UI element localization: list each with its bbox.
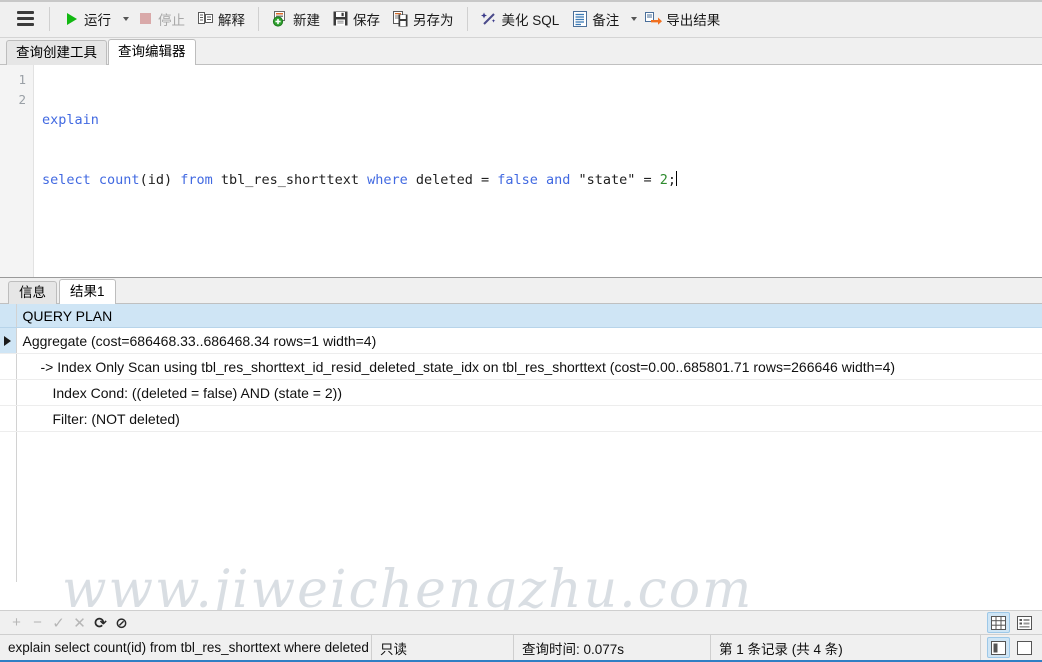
tab-info-label: 信息 [19, 285, 46, 300]
line-number-gutter: 1 2 [0, 65, 34, 277]
save-as-button[interactable]: 另存为 [386, 4, 460, 34]
filler-gutter [0, 431, 17, 582]
tab-info[interactable]: 信息 [8, 281, 57, 304]
result-grid-container[interactable]: QUERY PLAN Aggregate (cost=686468.33..68… [0, 304, 1042, 610]
minus-icon[interactable]: − [27, 614, 48, 632]
save-icon [332, 10, 349, 27]
status-bar: explain select count(id) from tbl_res_sh… [0, 634, 1042, 662]
note-dropdown-chevron-down-icon[interactable] [631, 16, 638, 21]
beautify-sql-button-label: 美化 SQL [501, 12, 560, 28]
note-icon [571, 10, 588, 27]
new-query-icon [272, 10, 289, 27]
status-sql-text: explain select count(id) from tbl_res_sh… [0, 635, 372, 660]
stop-button-label: 停止 [158, 12, 185, 28]
form-view-icon [1017, 615, 1032, 630]
status-view-toggle-group [981, 635, 1042, 660]
table-row[interactable]: Filter: (NOT deleted) [0, 405, 1042, 432]
table-row[interactable]: Index Cond: ((deleted = false) AND (stat… [0, 379, 1042, 406]
sql-code-area[interactable]: explain select count(id) from tbl_res_sh… [34, 65, 1042, 277]
grid-view-icon [991, 615, 1006, 630]
toolbar-divider-1 [49, 6, 50, 31]
status-readonly-badge: 只读 [372, 635, 514, 660]
result-panel: 信息 结果1 www.jiweichengzhu.com QUERY PLAN [0, 278, 1042, 662]
tab-result1-label: 结果1 [70, 284, 105, 299]
table-row[interactable]: Aggregate (cost=686468.33..686468.34 row… [0, 327, 1042, 354]
split-view-icon [991, 640, 1006, 655]
save-button[interactable]: 保存 [326, 4, 386, 34]
refresh-icon[interactable]: ⟳ [90, 614, 111, 632]
tab-query-editor-label: 查询编辑器 [118, 44, 186, 59]
result-grid: QUERY PLAN Aggregate (cost=686468.33..68… [0, 304, 1042, 582]
code-line-1: explain [42, 112, 99, 128]
note-button-label: 备注 [592, 12, 620, 28]
export-icon [645, 10, 663, 27]
record-nav-bar: + − ✓ ✕ ⟳ ⊘ [0, 610, 1042, 634]
new-query-button-label: 新建 [293, 12, 320, 28]
row-indicator-cell [0, 327, 17, 354]
sql-editor[interactable]: 1 2 explain select count(id) from tbl_re… [0, 65, 1042, 278]
cross-icon[interactable]: ✕ [69, 614, 90, 632]
tab-query-builder[interactable]: 查询创建工具 [6, 40, 107, 65]
run-button[interactable]: 运行 [57, 4, 117, 34]
export-result-button-label: 导出结果 [666, 12, 721, 28]
result-tab-strip: 信息 结果1 [0, 278, 1042, 304]
cell-query-plan[interactable]: Filter: (NOT deleted) [16, 405, 1042, 432]
single-view-button[interactable] [1013, 637, 1036, 658]
tab-query-editor[interactable]: 查询编辑器 [108, 39, 196, 65]
status-record-info: 第 1 条记录 (共 4 条) [711, 635, 981, 660]
check-icon[interactable]: ✓ [48, 614, 69, 632]
new-query-button[interactable]: 新建 [266, 4, 326, 34]
filler-cell [16, 432, 1042, 583]
status-query-time: 查询时间: 0.077s [514, 635, 711, 660]
row-indicator-cell [0, 379, 17, 406]
hamburger-menu-icon[interactable] [8, 4, 42, 34]
grid-header-row: QUERY PLAN [0, 304, 1042, 328]
no-entry-icon[interactable]: ⊘ [111, 614, 132, 632]
tab-result1[interactable]: 结果1 [59, 279, 116, 304]
toolbar-divider-2 [258, 6, 259, 31]
current-row-arrow-icon [4, 335, 12, 346]
form-view-button[interactable] [1013, 612, 1036, 633]
explain-icon [197, 10, 214, 27]
save-button-label: 保存 [353, 12, 380, 28]
cell-query-plan[interactable]: -> Index Only Scan using tbl_res_shortte… [16, 353, 1042, 380]
explain-button-label: 解释 [218, 12, 245, 28]
view-toggle-group [987, 612, 1036, 633]
cell-query-plan[interactable]: Aggregate (cost=686468.33..686468.34 row… [16, 327, 1042, 354]
line-number: 1 [18, 72, 26, 87]
play-icon [63, 10, 80, 27]
table-row[interactable]: -> Index Only Scan using tbl_res_shortte… [0, 353, 1042, 380]
single-view-icon [1017, 640, 1032, 655]
note-button[interactable]: 备注 [565, 4, 625, 34]
split-view-button[interactable] [987, 637, 1010, 658]
grid-empty-filler [0, 431, 1042, 583]
stop-icon [137, 10, 154, 27]
row-indicator-cell [0, 405, 17, 432]
tab-query-builder-label: 查询创建工具 [16, 45, 97, 60]
column-header-query-plan[interactable]: QUERY PLAN [16, 304, 1042, 328]
run-button-label: 运行 [84, 12, 111, 28]
export-result-button[interactable]: 导出结果 [639, 4, 726, 34]
editor-tab-strip: 查询创建工具 查询编辑器 [0, 38, 1042, 65]
main-toolbar: 运行 停止 解释 新建 保存 另存为 美化 SQL 备注 导出结果 [0, 0, 1042, 38]
code-line-2: select count(id) from tbl_res_shorttext … [42, 171, 678, 188]
query-editor-window: 运行 停止 解释 新建 保存 另存为 美化 SQL 备注 导出结果 查询创建工具… [0, 0, 1042, 662]
grid-corner-cell [0, 304, 17, 328]
plus-icon[interactable]: + [6, 614, 27, 632]
magic-wand-icon [480, 10, 498, 27]
save-as-icon [392, 10, 409, 27]
save-as-button-label: 另存为 [413, 12, 454, 28]
run-dropdown-chevron-down-icon[interactable] [123, 16, 129, 21]
cell-query-plan[interactable]: Index Cond: ((deleted = false) AND (stat… [16, 379, 1042, 406]
stop-button[interactable]: 停止 [131, 4, 191, 34]
grid-view-button[interactable] [987, 612, 1010, 633]
line-number: 2 [18, 92, 26, 107]
row-indicator-cell [0, 353, 17, 380]
toolbar-divider-3 [466, 6, 468, 31]
beautify-sql-button[interactable]: 美化 SQL [475, 4, 566, 34]
explain-button[interactable]: 解释 [191, 4, 251, 34]
